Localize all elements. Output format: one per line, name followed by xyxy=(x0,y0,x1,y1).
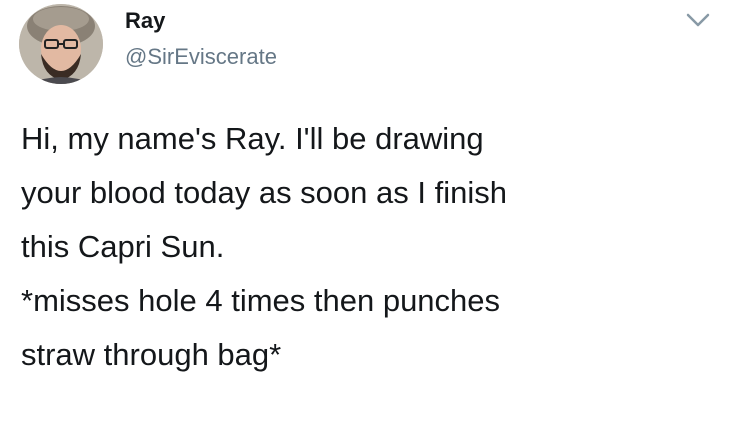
user-handle[interactable]: @SirEviscerate xyxy=(125,44,277,70)
tweet-text-line: this Capri Sun. xyxy=(21,229,225,264)
tweet-text-line: Hi, my name's Ray. I'll be drawing xyxy=(21,121,484,156)
tweet-text-line: straw through bag* xyxy=(21,337,282,372)
tweet-text-line: your blood today as soon as I finish xyxy=(21,175,507,210)
avatar[interactable] xyxy=(19,4,103,84)
tweet-text-line: *misses hole 4 times then punches xyxy=(21,283,501,318)
chevron-down-icon xyxy=(686,13,710,27)
tweet-text: Hi, my name's Ray. I'll be drawing your … xyxy=(21,112,721,382)
display-name[interactable]: Ray xyxy=(125,8,165,34)
tweet-card: Ray @SirEviscerate Hi, my name's Ray. I'… xyxy=(0,0,735,438)
tweet-menu-button[interactable] xyxy=(680,6,716,34)
profile-photo-icon xyxy=(19,4,103,84)
